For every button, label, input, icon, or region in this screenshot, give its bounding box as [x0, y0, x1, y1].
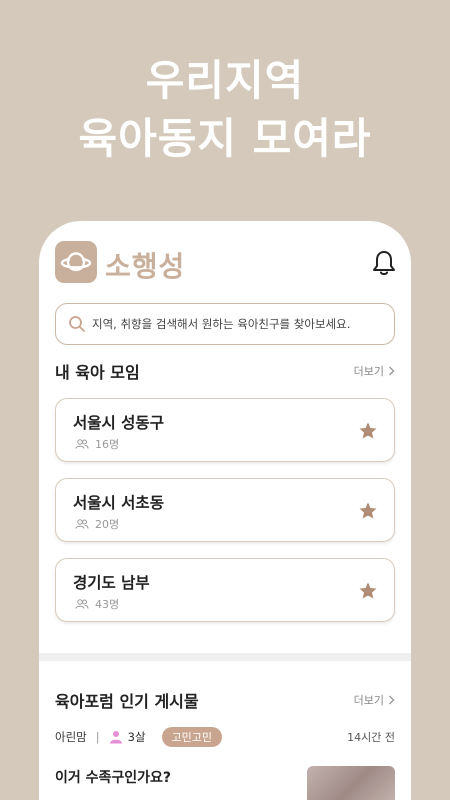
promo-headline: 우리지역 육아동지 모여라 [0, 52, 450, 168]
meta-separator: | [95, 730, 100, 744]
member-count: 20명 [95, 518, 120, 531]
bell-icon[interactable] [371, 249, 397, 277]
more-link[interactable]: 더보기 [354, 363, 395, 379]
group-members: 16명 [75, 436, 119, 452]
chevron-right-icon [389, 366, 395, 376]
group-card[interactable]: 경기도 남부 43명 [55, 558, 395, 622]
popular-posts-header: 육아포럼 인기 게시물 더보기 [55, 688, 395, 712]
planet-icon [60, 252, 92, 272]
group-name: 서울시 성동구 [73, 414, 164, 432]
kid-info: 3살 [109, 729, 146, 745]
post-author: 아린맘 [55, 730, 87, 744]
group-name: 경기도 남부 [73, 574, 150, 592]
group-members: 43명 [75, 596, 119, 612]
star-icon[interactable] [358, 581, 378, 601]
star-icon[interactable] [358, 501, 378, 521]
search-input[interactable]: 지역, 취향을 검색해서 원하는 육아친구를 찾아보세요. [55, 303, 395, 345]
group-card[interactable]: 서울시 서초동 20명 [55, 478, 395, 542]
app-screen: 소행성 지역, 취향을 검색해서 원하는 육아친구를 찾아보세요. 내 육아 모… [39, 221, 411, 800]
app-logo[interactable] [55, 241, 97, 283]
post-thumbnail[interactable] [307, 766, 395, 800]
my-groups-header: 내 육아 모임 더보기 [55, 359, 395, 383]
people-icon [75, 519, 89, 529]
post-tag[interactable]: 고민고민 [161, 727, 223, 747]
more-label: 더보기 [353, 694, 384, 707]
people-icon [75, 439, 89, 449]
group-card[interactable]: 서울시 성동구 16명 [55, 398, 395, 462]
search-icon [69, 316, 85, 332]
headline-line-2: 육아동지 모여라 [78, 114, 372, 163]
headline-line-1: 우리지역 [145, 56, 305, 105]
group-members: 20명 [75, 516, 119, 532]
kid-age: 3살 [127, 730, 146, 744]
app-header: 소행성 [39, 221, 411, 291]
app-name: 소행성 [105, 250, 186, 283]
more-label: 더보기 [353, 365, 384, 378]
person-icon [109, 731, 122, 744]
section-divider [39, 653, 411, 661]
member-count: 43명 [95, 598, 120, 611]
section-title: 내 육아 모임 [55, 363, 140, 382]
group-name: 서울시 서초동 [73, 494, 164, 512]
people-icon [75, 599, 89, 609]
chevron-right-icon [389, 695, 395, 705]
post-meta: 아린맘 | 3살 고민고민 14시간 전 [55, 726, 395, 748]
member-count: 16명 [95, 438, 120, 451]
star-icon[interactable] [358, 421, 378, 441]
section-title: 육아포럼 인기 게시물 [55, 692, 199, 711]
post-title[interactable]: 이거 수족구인가요? [55, 767, 171, 787]
more-link[interactable]: 더보기 [354, 692, 395, 708]
search-placeholder: 지역, 취향을 검색해서 원하는 육아친구를 찾아보세요. [92, 317, 351, 331]
post-time: 14시간 전 [347, 731, 395, 744]
